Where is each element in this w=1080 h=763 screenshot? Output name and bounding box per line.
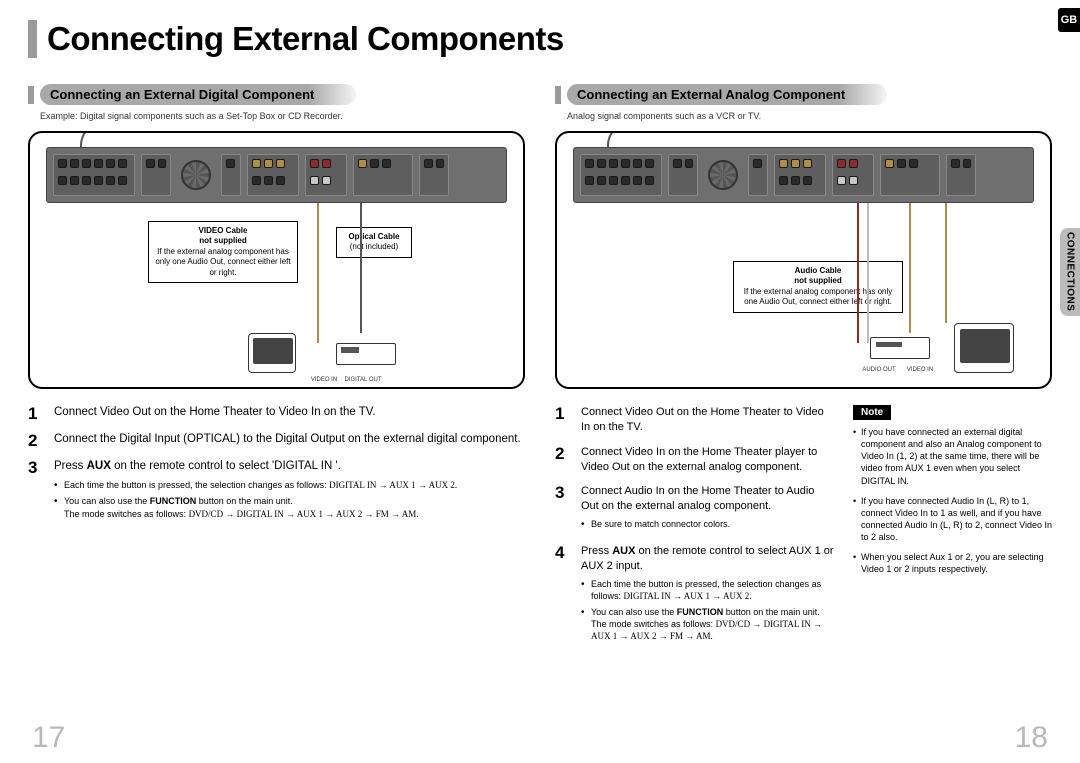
- section-accent: [28, 86, 34, 104]
- fan-icon: [708, 160, 738, 190]
- section-subcaption: Example: Digital signal components such …: [28, 111, 525, 121]
- vcr-icon: [870, 337, 930, 359]
- steps-digital: 1Connect Video Out on the Home Theater t…: [28, 405, 525, 524]
- page-number-left: 17: [32, 721, 65, 755]
- rear-panel-illustration: [46, 147, 507, 203]
- callout-video-cable: VIDEO Cable not supplied If the external…: [148, 221, 298, 283]
- label-video-in: VIDEO IN: [900, 367, 940, 373]
- tv-icon: [954, 323, 1014, 373]
- note-box: Note If you have connected an external d…: [853, 405, 1052, 657]
- fan-icon: [181, 160, 211, 190]
- steps-analog: 1Connect Video Out on the Home Theater t…: [555, 405, 835, 657]
- section-heading: Connecting an External Analog Component: [567, 84, 887, 105]
- wire-video-2: [945, 203, 947, 323]
- note-item: If you have connected Audio In (L, R) to…: [853, 495, 1052, 544]
- section-heading: Connecting an External Digital Component: [40, 84, 356, 105]
- callout-optical-cable: Optical Cable (not included): [336, 227, 412, 258]
- note-item: When you select Aux 1 or 2, you are sele…: [853, 551, 1052, 575]
- title-accent: [28, 20, 37, 58]
- section-subcaption: Analog signal components such as a VCR o…: [555, 111, 1052, 121]
- section-tab-connections: CONNECTIONS: [1060, 228, 1080, 316]
- page-title-bar: Connecting External Components: [28, 20, 1052, 58]
- wire-video-1: [909, 203, 911, 333]
- label-audio-out: AUDIO OUT: [854, 367, 904, 373]
- wire-audio-l: [867, 203, 869, 343]
- diagram-analog: Audio Cable not supplied If the external…: [555, 131, 1052, 389]
- note-item: If you have connected an external digita…: [853, 426, 1052, 487]
- label-digital-out: DIGITAL OUT: [338, 377, 388, 383]
- section-accent: [555, 86, 561, 104]
- tv-icon: [248, 333, 296, 373]
- wire-optical: [360, 203, 362, 333]
- note-label: Note: [853, 405, 891, 420]
- section-digital: Connecting an External Digital Component…: [28, 84, 525, 657]
- settop-box-icon: [336, 343, 396, 365]
- page-number-right: 18: [1015, 721, 1048, 755]
- diagram-digital: VIDEO Cable not supplied If the external…: [28, 131, 525, 389]
- callout-audio-cable: Audio Cable not supplied If the external…: [733, 261, 903, 313]
- language-tab: GB: [1058, 8, 1080, 32]
- page-title: Connecting External Components: [47, 20, 564, 58]
- wire-audio-r: [857, 203, 859, 343]
- section-analog: Connecting an External Analog Component …: [555, 84, 1052, 657]
- rear-panel-illustration: [573, 147, 1034, 203]
- wire-video: [317, 203, 319, 343]
